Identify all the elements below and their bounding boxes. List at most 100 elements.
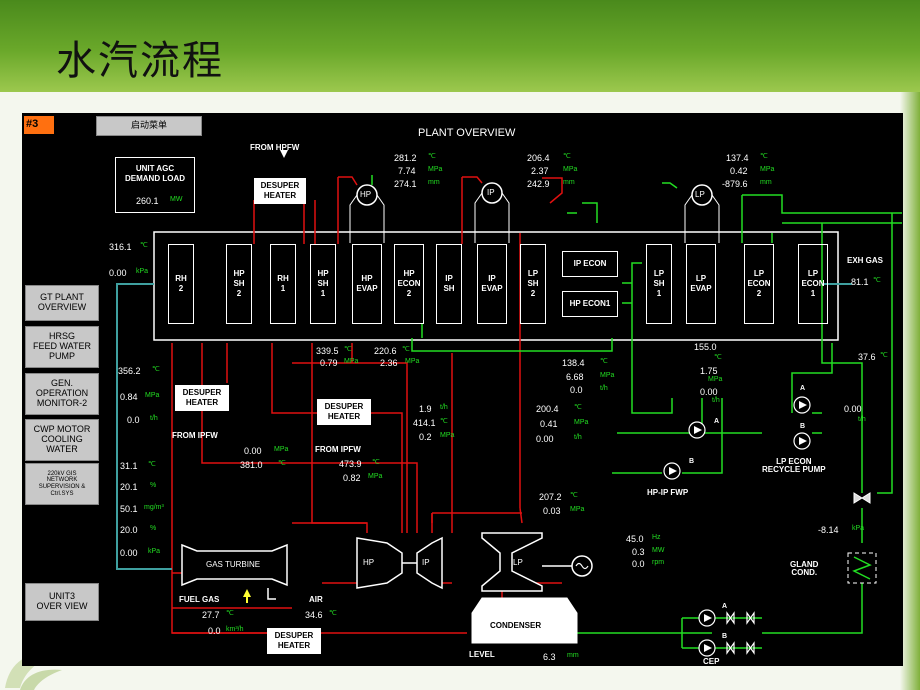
ipecon-temp: 138.4 [562, 358, 585, 368]
lp-turbine-shape [481, 532, 543, 592]
ip-fw-press: 0.82 [343, 473, 361, 483]
gen-speed-unit: rpm [652, 559, 665, 566]
gas-turbine-label: GAS TURBINE [206, 560, 261, 569]
exh-gas-temp: 81.1 [851, 277, 869, 287]
inlet-temp: 316.1 [109, 242, 132, 252]
lp-turbine-label: LP [513, 558, 523, 567]
ip-fw-press-unit: MPa [368, 473, 383, 480]
inlet-press-unit: kPa [136, 268, 149, 275]
hpecon-temp: 155.0 [694, 342, 717, 352]
hp-drum-press-unit: MPa [428, 166, 443, 173]
ip-drum-temp-unit: ℃ [563, 153, 571, 160]
ipecon-press-unit: MPa [600, 372, 615, 379]
ipecon-temp-unit: ℃ [600, 358, 608, 365]
gen-power: 0.3 [632, 547, 645, 557]
desup-flow: 1.9 [419, 404, 432, 414]
ip-out-press: 2.36 [380, 358, 398, 368]
amb-press-unit: kPa [148, 548, 161, 555]
module-lp-sh2: LP SH 2 [520, 244, 546, 324]
lp-econ-temp-unit: ℃ [880, 352, 888, 359]
rh-out-press: 0.79 [320, 358, 338, 368]
slide-title: 水汽流程 [56, 38, 224, 84]
ip-drum-press-unit: MPa [563, 166, 578, 173]
gland-press: -8.14 [818, 525, 839, 535]
ip2-temp-unit: ℃ [574, 404, 582, 411]
gland-cond-label: GLAND COND. [790, 560, 819, 577]
module-rh1: RH 1 [270, 244, 296, 324]
desuper-heater-left: DESUPER HEATER [175, 385, 229, 411]
desup-temp: 414.1 [413, 418, 436, 428]
lp-recycle-flow: 0.00 [844, 404, 862, 414]
left-flow: 0.0 [127, 415, 140, 425]
hp-drum-level: 274.1 [394, 179, 417, 189]
amb-pct-unit: % [150, 525, 157, 532]
hrsg-feed-water-pump-button[interactable]: HRSG FEED WATER PUMP [25, 326, 99, 368]
cep-pump-b-label: B [722, 633, 728, 640]
module-hp-econ2: HP ECON 2 [394, 244, 424, 324]
mid-temp-unit: ℃ [278, 460, 286, 467]
hp-drum-label: HP [360, 190, 372, 199]
ip-drum-label: IP [487, 188, 495, 197]
lp-in-temp: 207.2 [539, 492, 562, 502]
lp-econ-pump-label: LP ECON RECYCLE PUMP [762, 457, 826, 474]
gis-network-button[interactable]: 220kV GIS NETWORK SUPERVISION & Ctrl.SYS [25, 463, 99, 505]
hpecon-flow-unit: t/h [712, 397, 720, 404]
ip2-press: 0.41 [540, 419, 558, 429]
lp-drum-press: 0.42 [730, 166, 748, 176]
gen-freq-unit: Hz [652, 534, 661, 541]
ip-drum-level: 242.9 [527, 179, 550, 189]
unit3-overview-button[interactable]: UNIT3 OVER VIEW [25, 583, 99, 621]
desuper-heater-mid: DESUPER HEATER [317, 399, 371, 425]
plant-overview-screen: #3 启动菜单 PLANT OVERVIEW UNIT AGC DEMAND L… [22, 113, 903, 666]
amb-pct: 20.0 [120, 525, 138, 535]
ip-drum-level-unit: mm [563, 179, 575, 186]
amb-conc-unit: mg/m³ [144, 504, 164, 511]
desup-press: 0.2 [419, 432, 432, 442]
cwp-motor-cooling-button[interactable]: CWP MOTOR COOLING WATER [25, 419, 99, 461]
amb-temp: 31.1 [120, 461, 138, 471]
hp-turbine-label: HP [363, 558, 375, 567]
amb-humidity: 20.1 [120, 482, 138, 492]
control-valve [853, 492, 871, 504]
cep-pump-a-label: A [722, 603, 728, 610]
fuel-flow: 0.0 [208, 626, 221, 636]
ip2-flow-unit: t/h [574, 434, 582, 441]
hp-drum-temp: 281.2 [394, 153, 417, 163]
ip-econ-box: IP ECON [562, 251, 618, 277]
desup-flow-unit: t/h [440, 404, 448, 411]
hp-ip-fwp-label: HP-IP FWP [647, 488, 689, 497]
side-decoration [900, 92, 920, 690]
gt-plant-overview-button[interactable]: GT PLANT OVERVIEW [25, 285, 99, 321]
amb-press: 0.00 [120, 548, 138, 558]
left-flow-unit: t/h [150, 415, 158, 422]
lp-drum-press-unit: MPa [760, 166, 775, 173]
lp-in-press: 0.03 [543, 506, 561, 516]
ip-out-press-unit: MPa [405, 358, 420, 365]
lp-in-temp-unit: ℃ [570, 492, 578, 499]
left-press: 0.84 [120, 392, 138, 402]
rh-out-temp-unit: ℃ [344, 346, 352, 353]
from-ipfw-label-1: FROM IPFW [172, 431, 218, 440]
ip-drum-temp: 206.4 [527, 153, 550, 163]
lp-drum-label: LP [695, 190, 705, 199]
agc-unit: MW [170, 196, 183, 203]
module-ip-evap: IP EVAP [477, 244, 507, 324]
desup-temp-unit: ℃ [440, 418, 448, 425]
ip-turbine-label: IP [422, 558, 430, 567]
hp-econ1-box: HP ECON1 [562, 291, 618, 317]
module-hp-sh1: HP SH 1 [310, 244, 336, 324]
agc-value: 260.1 [136, 196, 159, 206]
exh-gas-label: EXH GAS [847, 256, 884, 265]
rh-out-press-unit: MPa [344, 358, 359, 365]
start-menu-button[interactable]: 启动菜单 [96, 116, 202, 136]
pump-b-label: B [689, 458, 695, 465]
level-value: 6.3 [543, 652, 556, 662]
module-lp-sh1: LP SH 1 [646, 244, 672, 324]
lp-drum-temp-unit: ℃ [760, 153, 768, 160]
hpecon-flow: 0.00 [700, 387, 718, 397]
ip2-press-unit: MPa [574, 419, 589, 426]
lp-econ-pump-a-label: A [800, 385, 806, 392]
left-temp-unit: ℃ [152, 366, 160, 373]
fuel-temp: 27.7 [202, 610, 220, 620]
gen-operation-monitor-button[interactable]: GEN. OPERATION MONITOR-2 [25, 373, 99, 415]
